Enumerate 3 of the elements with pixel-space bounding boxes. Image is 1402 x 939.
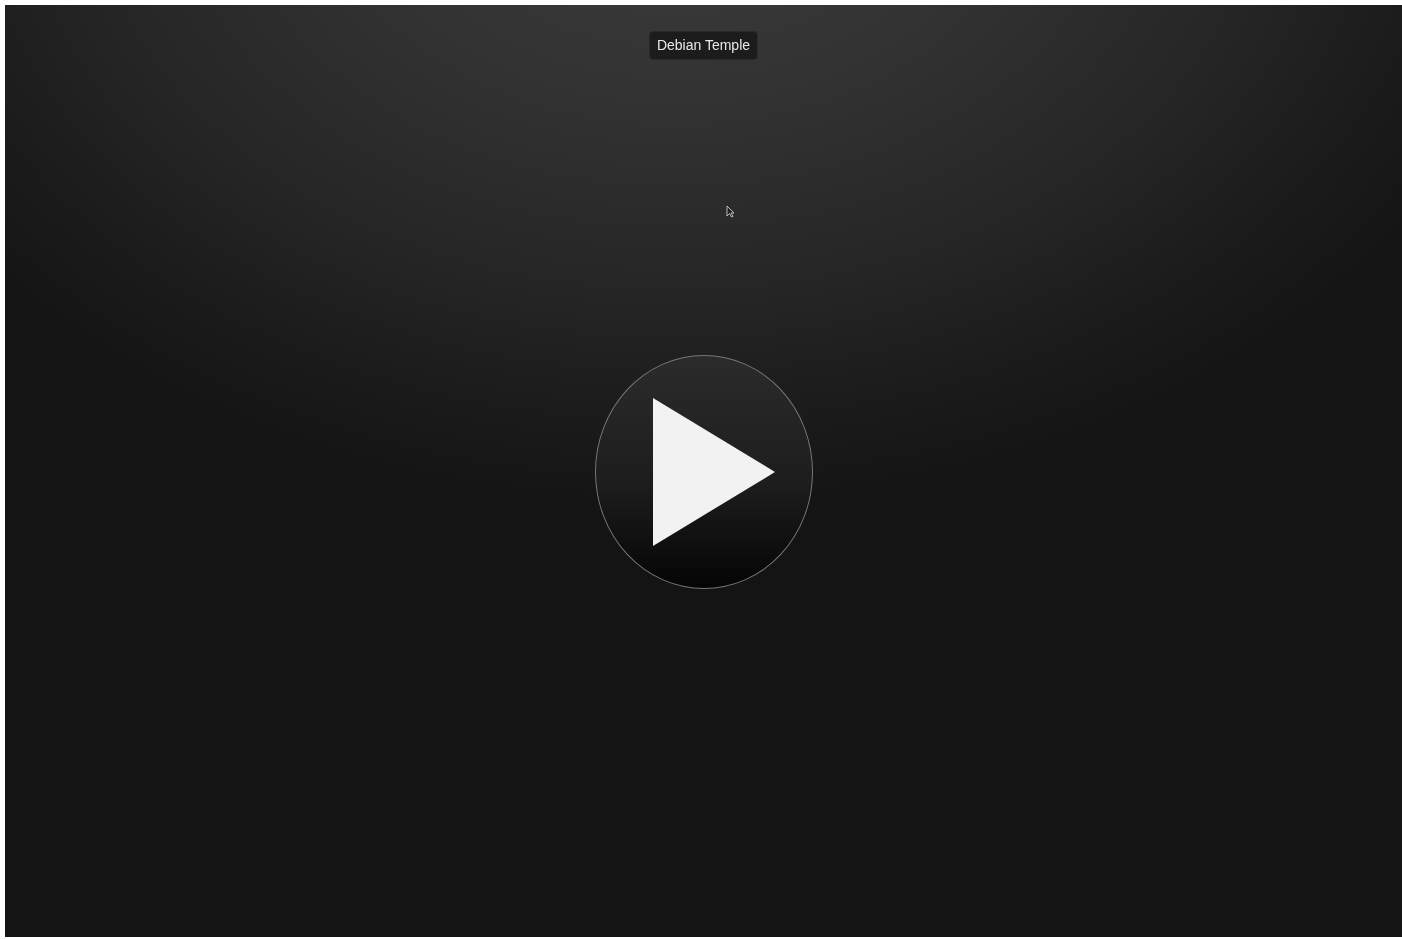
play-icon: [652, 398, 775, 546]
name-tooltip: Debian Temple: [648, 31, 759, 60]
mouse-pointer-icon: [726, 205, 735, 218]
